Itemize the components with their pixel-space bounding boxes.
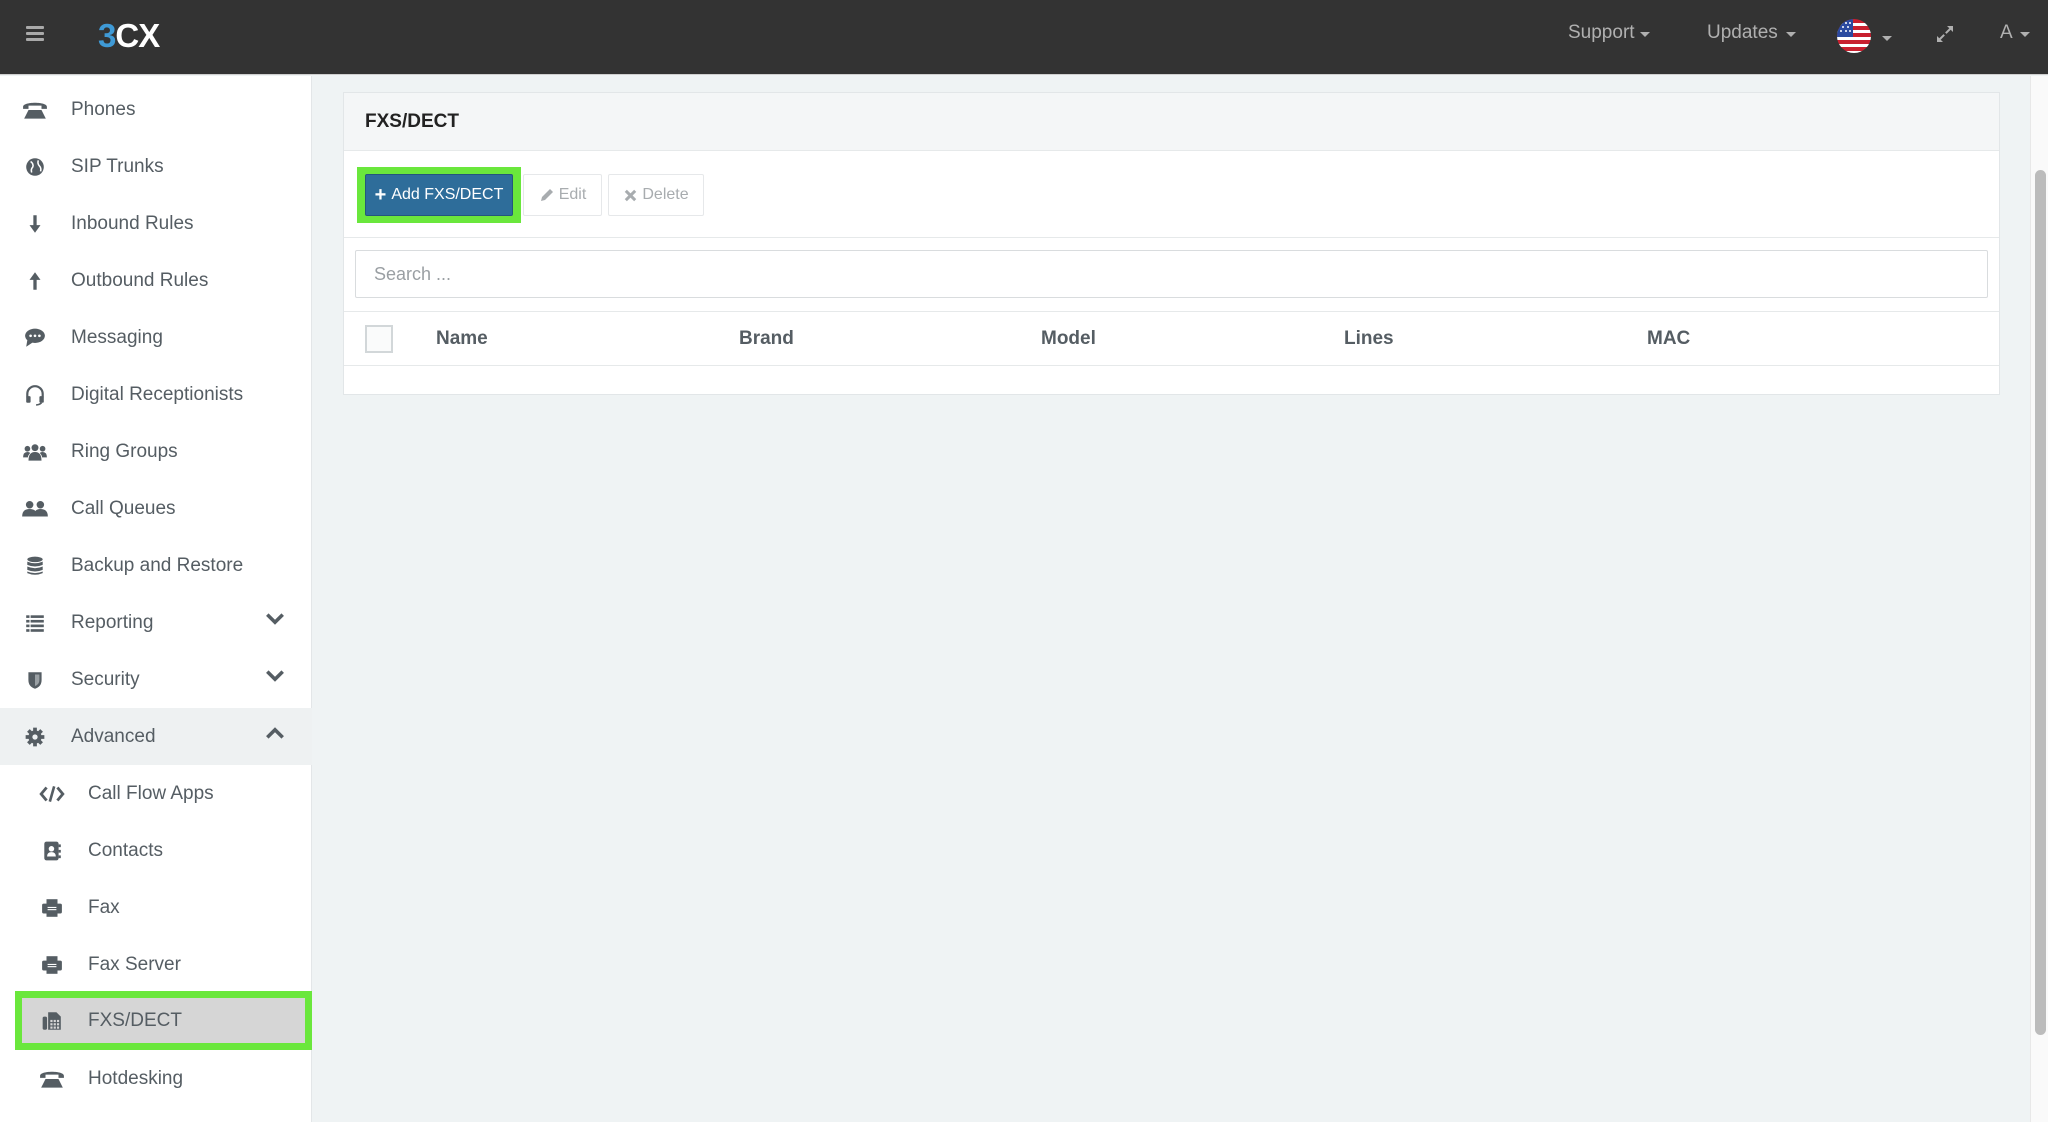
sidebar: Phones SIP Trunks Inbound Rules Outbound… xyxy=(0,76,312,1122)
phone-icon xyxy=(40,1071,64,1088)
arrow-up-icon xyxy=(29,271,41,290)
sidebar-item-label: Outbound Rules xyxy=(71,269,209,291)
sidebar-item-label: SIP Trunks xyxy=(71,155,164,177)
scrollbar-thumb[interactable] xyxy=(2035,170,2046,1035)
divider xyxy=(344,237,1999,238)
phone-icon xyxy=(23,102,47,119)
support-label: Support xyxy=(1568,22,1635,43)
fax-machine-icon xyxy=(42,1011,61,1030)
sidebar-item-phones[interactable]: Phones xyxy=(0,81,312,138)
sidebar-item-label: Contacts xyxy=(88,839,163,861)
sidebar-item-sip-trunks[interactable]: SIP Trunks xyxy=(0,138,312,195)
sidebar-item-fax-server[interactable]: Fax Server xyxy=(0,936,312,993)
sidebar-item-label: Inbound Rules xyxy=(71,212,194,234)
caret-down-icon xyxy=(1639,31,1650,37)
sidebar-item-label: Advanced xyxy=(71,725,156,747)
add-fxs-dect-button[interactable]: + Add FXS/DECT xyxy=(365,174,513,216)
pencil-icon xyxy=(540,189,553,201)
sidebar-item-contacts[interactable]: Contacts xyxy=(0,822,312,879)
search-input[interactable] xyxy=(355,250,1988,298)
sidebar-item-inbound-rules[interactable]: Inbound Rules xyxy=(0,195,312,252)
updates-label: Updates xyxy=(1707,22,1778,43)
logo-prefix: 3 xyxy=(98,17,116,54)
caret-down-icon xyxy=(2019,31,2030,37)
sidebar-item-label: Fax xyxy=(88,896,120,918)
plus-icon: + xyxy=(374,183,387,206)
sidebar-item-reporting[interactable]: Reporting xyxy=(0,594,312,651)
sidebar-item-hotdesking[interactable]: Hotdesking xyxy=(0,1050,312,1107)
table-header: Name Brand Model Lines MAC xyxy=(344,312,1999,366)
sidebar-item-call-queues[interactable]: Call Queues xyxy=(0,480,312,537)
column-header-name[interactable]: Name xyxy=(436,328,488,350)
address-book-icon xyxy=(44,841,61,860)
users-icon xyxy=(22,500,48,516)
gear-icon xyxy=(25,727,45,746)
sidebar-item-digital-receptionists[interactable]: Digital Receptionists xyxy=(0,366,312,423)
list-icon xyxy=(26,614,44,632)
sidebar-item-outbound-rules[interactable]: Outbound Rules xyxy=(0,252,312,309)
column-header-brand[interactable]: Brand xyxy=(739,328,794,350)
edit-button-label: Edit xyxy=(558,186,587,203)
chat-icon xyxy=(25,328,45,347)
edit-button[interactable]: Edit xyxy=(523,174,602,216)
fax-icon xyxy=(42,898,62,917)
sidebar-item-label: Fax Server xyxy=(88,953,181,975)
language-caret-icon[interactable] xyxy=(1882,36,1892,41)
hamburger-icon[interactable] xyxy=(26,26,44,42)
chevron-up-icon[interactable] xyxy=(264,722,286,744)
support-menu[interactable]: Support xyxy=(1568,22,1650,44)
logo[interactable]: 3 CX xyxy=(98,16,160,56)
sidebar-item-label: Backup and Restore xyxy=(71,554,244,576)
arrow-down-icon xyxy=(29,214,41,233)
chevron-down-icon[interactable] xyxy=(264,608,286,630)
delete-button-label: Delete xyxy=(642,186,689,203)
sidebar-item-fax[interactable]: Fax xyxy=(0,879,312,936)
database-icon xyxy=(27,556,43,575)
page-title: FXS/DECT xyxy=(365,111,459,132)
user-menu[interactable]: A xyxy=(2000,22,2030,44)
sidebar-item-ring-groups[interactable]: Ring Groups xyxy=(0,423,312,480)
sidebar-item-label: Ring Groups xyxy=(71,440,178,462)
sidebar-item-label: Reporting xyxy=(71,611,154,633)
caret-down-icon xyxy=(1785,31,1796,37)
sidebar-item-label: FXS/DECT xyxy=(88,1009,182,1031)
code-icon xyxy=(39,785,65,802)
headset-icon xyxy=(26,384,44,406)
scrollbar[interactable] xyxy=(2030,76,2048,1122)
sidebar-item-backup-and-restore[interactable]: Backup and Restore xyxy=(0,537,312,594)
chevron-down-icon[interactable] xyxy=(264,665,286,687)
close-icon xyxy=(625,189,637,201)
fax-icon xyxy=(42,955,62,974)
sidebar-item-advanced[interactable]: Advanced xyxy=(0,708,312,765)
us-flag-icon[interactable] xyxy=(1837,19,1871,53)
column-header-mac[interactable]: MAC xyxy=(1647,328,1690,350)
sidebar-item-fxs-dect[interactable]: FXS/DECT xyxy=(15,991,312,1050)
add-button-label: Add FXS/DECT xyxy=(391,186,504,203)
expand-icon[interactable] xyxy=(1935,24,1955,44)
sidebar-item-label: Digital Receptionists xyxy=(71,383,244,405)
column-header-lines[interactable]: Lines xyxy=(1344,328,1394,350)
sidebar-item-label: Phones xyxy=(71,98,136,120)
sidebar-item-label: Hotdesking xyxy=(88,1067,184,1089)
sidebar-item-label: Call Queues xyxy=(71,497,176,519)
sidebar-item-label: Call Flow Apps xyxy=(88,782,214,804)
delete-button[interactable]: Delete xyxy=(608,174,704,216)
sidebar-item-messaging[interactable]: Messaging xyxy=(0,309,312,366)
sidebar-item-label: Messaging xyxy=(71,326,163,348)
group-icon xyxy=(23,443,47,461)
globe-icon xyxy=(26,157,44,176)
logo-suffix: CX xyxy=(115,17,160,54)
column-header-model[interactable]: Model xyxy=(1041,328,1096,350)
sidebar-item-label: Security xyxy=(71,668,140,690)
user-label: A xyxy=(2000,22,2013,43)
select-all-checkbox[interactable] xyxy=(365,325,393,353)
top-navbar: 3 CX Support Updates A xyxy=(0,0,2048,75)
panel-header: FXS/DECT xyxy=(344,93,1999,151)
sidebar-item-call-flow-apps[interactable]: Call Flow Apps xyxy=(0,765,312,822)
updates-menu[interactable]: Updates xyxy=(1707,22,1796,44)
sidebar-item-security[interactable]: Security xyxy=(0,651,312,708)
fxs-dect-panel: FXS/DECT + Add FXS/DECT Edit Delete Name… xyxy=(343,92,2000,395)
shield-icon xyxy=(28,671,42,689)
